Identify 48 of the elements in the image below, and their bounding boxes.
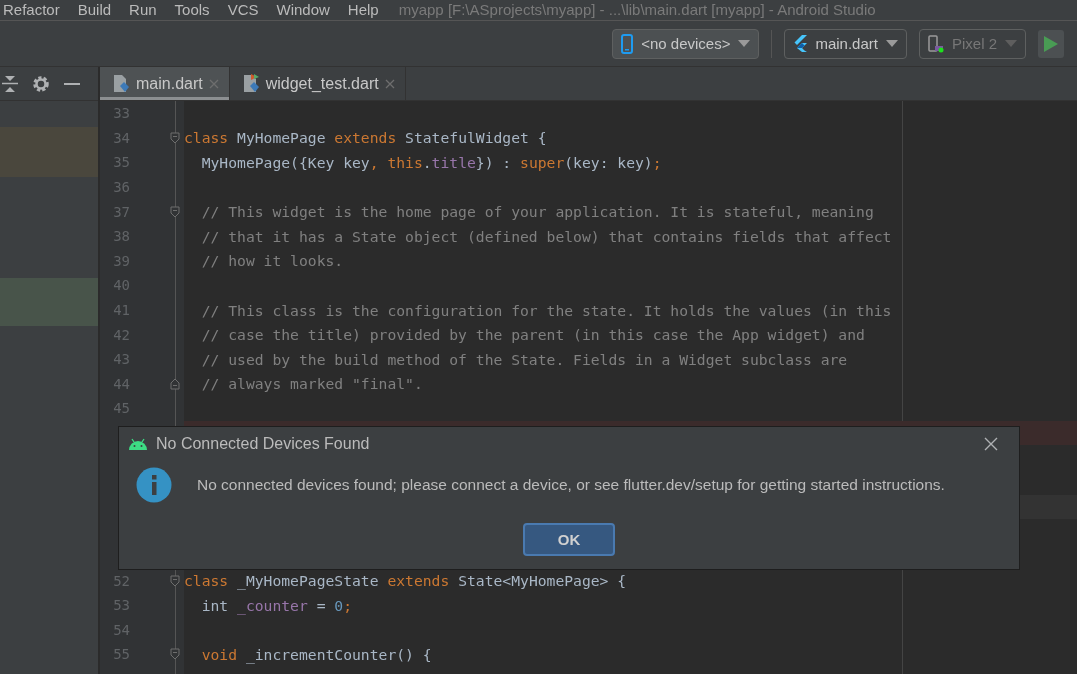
device-selector[interactable]: <no devices> <box>612 28 760 59</box>
code-line: MyHomePage({Key key, this.title}) : super(key: key); <box>200 154 662 171</box>
menu-item[interactable]: Window <box>276 1 330 19</box>
menu-item[interactable]: Help <box>347 1 379 19</box>
fold-icon[interactable] <box>169 574 180 587</box>
close-icon[interactable] <box>384 78 395 89</box>
menu-item[interactable]: Refactor <box>3 1 60 19</box>
menu-item[interactable]: Run <box>129 1 157 19</box>
code-line: // that it has a State object (defined below) that contains fields that affect <box>200 227 892 245</box>
fold-icon[interactable] <box>169 131 180 144</box>
code-line: // case the title) provided by the parent (in this case the App widget) and <box>200 326 865 344</box>
code-line: // This class is the configuration for the state. It holds the values (in this <box>200 301 892 319</box>
collapse-icon[interactable] <box>2 75 18 92</box>
code-line: int _counter = 0; <box>200 596 353 614</box>
fold-icon[interactable] <box>169 205 180 218</box>
run-button[interactable] <box>1038 29 1064 58</box>
fold-icon[interactable] <box>169 377 180 390</box>
code-line: // always marked "final". <box>200 375 423 393</box>
dialog-title: No Connected Devices Found <box>156 435 371 453</box>
play-icon <box>1044 35 1058 52</box>
dart-file-icon <box>241 73 260 94</box>
code-line: // how it looks. <box>200 252 344 270</box>
dart-file-icon <box>112 73 130 94</box>
info-icon <box>136 467 172 503</box>
dialog-message: No connected devices found; please connect a device, or see flutter.dev/setup for getting started instructions. <box>197 476 945 494</box>
menu-item[interactable]: Build <box>77 1 112 19</box>
settings-icon[interactable] <box>32 74 50 93</box>
code-line: void _incrementCounter() { <box>200 645 432 663</box>
code-line: // used by the build method of the State. Fields in a Widget subclass are <box>200 350 848 368</box>
flutter-icon <box>793 35 808 52</box>
ok-button[interactable]: OK <box>523 523 615 556</box>
close-icon[interactable] <box>208 78 219 89</box>
editor-tab[interactable]: main.dart <box>100 67 230 100</box>
phone-icon <box>621 33 634 54</box>
code-line: class _MyHomePageState extends State<MyHomePage> { <box>184 572 627 590</box>
caret-icon <box>885 39 898 48</box>
close-button[interactable] <box>983 436 999 452</box>
menu-item[interactable]: Tools <box>174 1 210 19</box>
code-line: // This widget is the home page of your application. It is stateful, meaning <box>200 203 874 221</box>
fold-icon[interactable] <box>169 648 180 661</box>
code-line: class MyHomePage extends StatefulWidget { <box>184 129 547 147</box>
device-icon <box>927 34 944 53</box>
caret-icon <box>738 39 751 48</box>
window-title: myapp [F:\ASprojects\myapp] - ...\lib\main.dart [myapp] - Android Studio <box>398 1 876 19</box>
run-config-selector[interactable]: main.dart <box>784 28 907 59</box>
caret-icon <box>1005 39 1017 48</box>
android-icon <box>128 438 148 450</box>
menu-item[interactable]: VCS <box>227 1 259 19</box>
